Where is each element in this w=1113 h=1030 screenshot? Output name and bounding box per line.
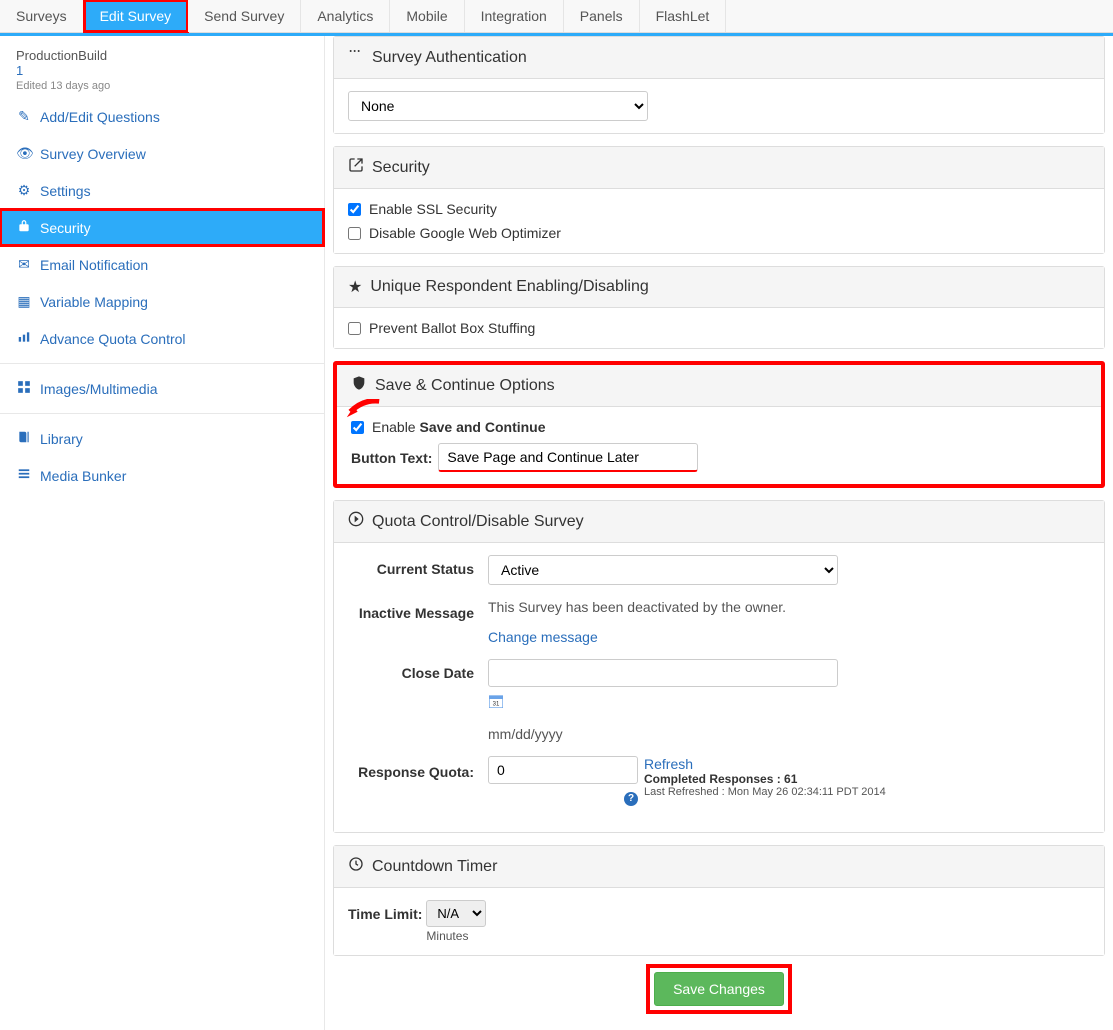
panel-title: Survey Authentication [372,49,527,67]
external-link-icon [348,157,364,178]
save-changes-button[interactable]: Save Changes [654,972,784,1006]
sidebar-item-label: Media Bunker [40,468,126,484]
sidebar-item-label: Advance Quota Control [40,331,186,347]
disable-optimizer-label: Disable Google Web Optimizer [369,225,561,241]
current-status-label: Current Status [348,555,488,577]
grid-icon: ▦ [16,293,32,310]
time-limit-label: Time Limit: [348,900,422,922]
sidebar-item-add-edit-questions[interactable]: ✎ Add/Edit Questions [0,98,324,135]
sidebar-item-label: Images/Multimedia [40,381,158,397]
panel-unique-respondent: ★ Unique Respondent Enabling/Disabling P… [333,266,1105,349]
sidebar-item-library[interactable]: Library [0,413,324,457]
time-limit-select[interactable]: N/A [426,900,486,927]
tab-send-survey[interactable]: Send Survey [188,0,301,32]
panel-title: Security [372,159,430,177]
panel-title: Save & Continue Options [375,377,555,395]
chart-icon [16,330,32,347]
panel-survey-authentication: Survey Authentication None [333,36,1105,134]
enable-save-continue-checkbox[interactable] [351,421,364,434]
main-content: Survey Authentication None Security Enab… [325,36,1113,1030]
change-message-link[interactable]: Change message [488,629,598,645]
star-icon: ★ [348,277,362,297]
sidebar-item-label: Variable Mapping [40,294,148,310]
inactive-message-text: This Survey has been deactivated by the … [488,599,1090,615]
book-icon [16,430,32,447]
gear-icon: ⚙ [16,182,32,199]
refresh-link[interactable]: Refresh [644,756,693,772]
panel-save-continue: Save & Continue Options Enable Save and … [333,361,1105,488]
close-date-input[interactable] [488,659,838,687]
help-icon[interactable]: ? [624,792,638,806]
survey-id: 1 [16,63,308,78]
key-icon [348,47,364,68]
panel-countdown-timer: Countdown Timer Time Limit: N/A Minutes [333,845,1105,956]
enable-save-continue-bold: Save and Continue [419,419,545,435]
prevent-ballot-label: Prevent Ballot Box Stuffing [369,320,535,336]
sidebar-item-label: Email Notification [40,257,148,273]
tab-surveys[interactable]: Surveys [0,0,84,32]
lock-icon [16,219,32,236]
sidebar-item-images-multimedia[interactable]: Images/Multimedia [0,363,324,407]
sidebar-item-label: Survey Overview [40,146,146,162]
sidebar-item-email-notification[interactable]: ✉ Email Notification [0,246,324,283]
response-quota-input[interactable] [488,756,638,784]
sidebar-item-label: Library [40,431,83,447]
top-tabs: Surveys Edit Survey Send Survey Analytic… [0,0,1113,33]
envelope-icon: ✉ [16,256,32,273]
sidebar-item-label: Settings [40,183,91,199]
close-date-label: Close Date [348,659,488,681]
completed-responses-text: Completed Responses : 61 [644,772,797,786]
sidebar-item-media-bunker[interactable]: Media Bunker [0,457,324,494]
sidebar-item-advance-quota-control[interactable]: Advance Quota Control [0,320,324,357]
response-quota-label: Response Quota: [348,756,488,780]
panel-quota-control: Quota Control/Disable Survey Current Sta… [333,500,1105,833]
date-format-hint: mm/dd/yyyy [488,726,1090,742]
tab-analytics[interactable]: Analytics [301,0,390,32]
clock-icon [348,856,364,877]
list-icon [16,467,32,484]
arrow-annotation-icon [345,399,381,421]
panel-title: Unique Respondent Enabling/Disabling [370,278,648,296]
tab-integration[interactable]: Integration [465,0,564,32]
inactive-message-label: Inactive Message [348,599,488,621]
button-text-label: Button Text: [351,450,432,466]
svg-text:31: 31 [493,702,500,708]
enable-ssl-checkbox[interactable] [348,203,361,216]
auth-select[interactable]: None [348,91,648,121]
tab-mobile[interactable]: Mobile [390,0,464,32]
survey-title: ProductionBuild [16,48,308,63]
prevent-ballot-checkbox[interactable] [348,322,361,335]
tab-edit-survey[interactable]: Edit Survey [84,0,189,32]
pencil-icon: ✎ [16,108,32,125]
minutes-label: Minutes [426,929,486,943]
sidebar-item-label: Add/Edit Questions [40,109,160,125]
sidebar-item-security[interactable]: Security [0,209,324,246]
sidebar-header: ProductionBuild 1 Edited 13 days ago [0,36,324,98]
sidebar-item-survey-overview[interactable]: 👁 Survey Overview [0,135,324,172]
disable-optimizer-checkbox[interactable] [348,227,361,240]
current-status-select[interactable]: Active [488,555,838,585]
panel-title: Countdown Timer [372,858,497,876]
arrow-right-circle-icon [348,511,364,532]
thumbnails-icon [16,380,32,397]
shield-icon [351,375,367,396]
calendar-icon[interactable]: 31 [488,693,504,709]
sidebar-item-settings[interactable]: ⚙ Settings [0,172,324,209]
enable-save-continue-prefix: Enable [372,419,416,435]
last-refreshed-text: Last Refreshed : Mon May 26 02:34:11 PDT… [644,786,886,798]
panel-security: Security Enable SSL Security Disable Goo… [333,146,1105,254]
sidebar-item-label: Security [40,220,91,236]
tab-flashlet[interactable]: FlashLet [640,0,727,32]
sidebar-item-variable-mapping[interactable]: ▦ Variable Mapping [0,283,324,320]
button-text-input[interactable] [438,443,698,472]
enable-ssl-label: Enable SSL Security [369,201,497,217]
save-changes-highlight: Save Changes [650,968,788,1010]
eye-icon: 👁 [16,145,32,162]
panel-title: Quota Control/Disable Survey [372,513,584,531]
survey-edited: Edited 13 days ago [16,80,308,92]
sidebar: ProductionBuild 1 Edited 13 days ago ✎ A… [0,36,325,1030]
tab-panels[interactable]: Panels [564,0,640,32]
sidebar-menu: ✎ Add/Edit Questions 👁 Survey Overview ⚙… [0,98,324,494]
